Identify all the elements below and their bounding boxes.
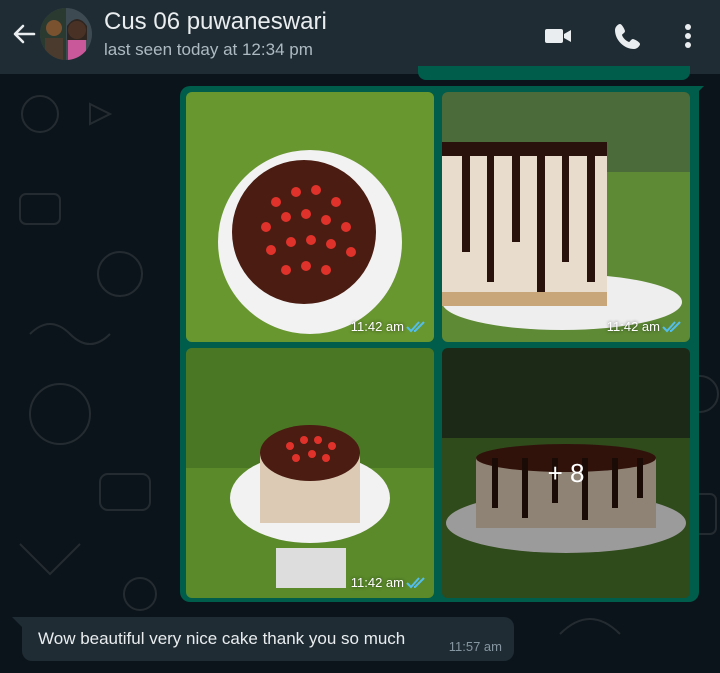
cake-photo-side-view <box>442 92 690 342</box>
cake-photo-angle-view <box>186 348 434 598</box>
video-call-icon[interactable] <box>542 20 574 52</box>
media-tile-2[interactable]: 11:42 am <box>442 92 690 342</box>
more-vert-icon[interactable] <box>672 20 704 52</box>
chat-header: Cus 06 puwaneswari last seen today at 12… <box>0 0 720 74</box>
more-media-count[interactable]: + 8 <box>442 458 690 489</box>
incoming-message-bubble[interactable]: Wow beautiful very nice cake thank you s… <box>22 617 514 661</box>
previous-message-bubble <box>418 66 690 80</box>
contact-avatar[interactable] <box>40 8 92 60</box>
last-seen-status: last seen today at 12:34 pm <box>104 40 313 59</box>
message-text: Wow beautiful very nice cake thank you s… <box>38 629 406 648</box>
message-timestamp: 11:57 am <box>448 639 502 654</box>
media-timestamp: 11:42 am <box>350 319 404 334</box>
read-ticks-icon <box>406 577 425 589</box>
media-tile-3[interactable]: 11:42 am <box>186 348 434 598</box>
voice-call-icon[interactable] <box>612 20 644 52</box>
back-arrow-icon[interactable] <box>8 18 40 50</box>
media-timestamp: 11:42 am <box>350 575 404 590</box>
read-ticks-icon <box>662 321 681 333</box>
media-tile-1[interactable]: 11:42 am <box>186 92 434 342</box>
media-tile-4[interactable]: + 8 <box>442 348 690 598</box>
cake-photo-top-view <box>186 92 434 342</box>
contact-name[interactable]: Cus 06 puwaneswari <box>104 8 327 36</box>
media-timestamp: 11:42 am <box>606 319 660 334</box>
read-ticks-icon <box>406 321 425 333</box>
bubble-tail <box>690 86 704 100</box>
